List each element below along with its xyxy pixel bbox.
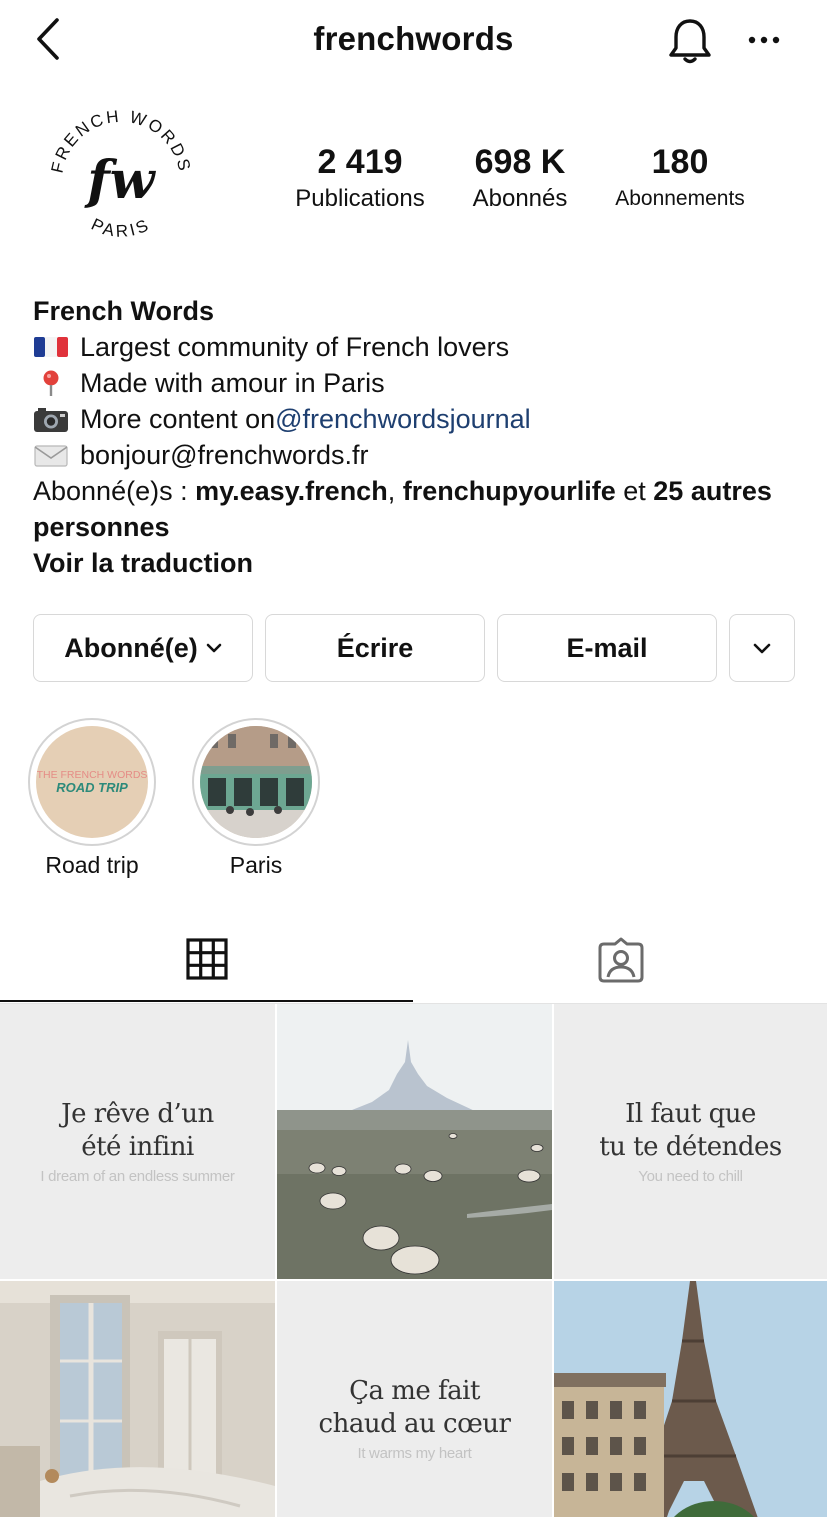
post-quote-french: été infini [81, 1132, 194, 1162]
tab-posts-grid[interactable] [0, 918, 413, 1002]
top-bar: frenchwords [0, 0, 827, 80]
stat-publications[interactable]: 2 419 Publications [280, 142, 440, 216]
highlight-cover [200, 726, 312, 838]
suggested-accounts-button[interactable] [729, 614, 795, 682]
highlight-caption: Road trip [45, 852, 139, 878]
posts-grid: Je rêve d’un été infini I dream of an en… [0, 1004, 827, 1517]
post-thumbnail[interactable] [277, 1004, 552, 1279]
back-button[interactable] [30, 14, 66, 64]
see-translation-link[interactable]: Voir la traduction [33, 545, 803, 581]
profile-avatar[interactable]: FRENCH WORDS PARIS fw [40, 100, 202, 262]
mont-saint-michel-photo [277, 1004, 552, 1279]
bedroom-photo [0, 1281, 275, 1517]
camera-icon [33, 405, 69, 433]
stat-followers-value: 698 K [474, 143, 566, 181]
chevron-down-icon [206, 643, 222, 653]
stat-publications-label: Publications [295, 185, 425, 212]
following-button-label: Abonné(e) [64, 632, 198, 663]
stat-following[interactable]: 180 Abonnements [598, 142, 762, 216]
pin-icon [33, 369, 69, 397]
bio-text: Made with amour in Paris [80, 368, 385, 398]
bio-text: Largest community of French lovers [80, 332, 510, 362]
post-thumbnail[interactable] [0, 1281, 275, 1517]
post-quote-french: tu te détendes [599, 1132, 782, 1162]
post-quote-french: Ça me fait [349, 1376, 480, 1406]
post-quote-english: It warms my heart [357, 1445, 472, 1462]
bio-text: More content on [80, 404, 276, 434]
bio-line: Made with amour in Paris [33, 365, 803, 401]
email-button[interactable]: E-mail [497, 614, 717, 682]
post-quote-french: Il faut que [625, 1099, 756, 1129]
stat-publications-value: 2 419 [317, 143, 403, 181]
highlight-caption: Paris [229, 852, 283, 878]
bio-line: Largest community of French lovers [33, 329, 803, 365]
stat-following-value: 180 [651, 143, 709, 181]
chevron-left-icon [37, 18, 59, 60]
highlight-road-trip[interactable]: THE FRENCH WORDS ROAD TRIP Road trip [28, 718, 156, 879]
mention-link[interactable]: @frenchwordsjournal [275, 401, 531, 437]
email-button-label: E-mail [566, 632, 648, 663]
stat-followers-label: Abonnés [472, 185, 568, 212]
post-quote-english: I dream of an endless summer [40, 1168, 235, 1185]
grid-icon [185, 938, 228, 980]
more-horizontal-icon [748, 36, 780, 44]
post-thumbnail[interactable] [554, 1281, 827, 1517]
envelope-icon [33, 441, 69, 469]
post-quote-english: You need to chill [638, 1168, 743, 1185]
svg-text:ROAD TRIP: ROAD TRIP [56, 780, 128, 795]
tab-tagged[interactable] [414, 918, 827, 1002]
post-thumbnail[interactable]: Je rêve d’un été infini I dream of an en… [0, 1004, 275, 1279]
profile-bio: French Words Largest community of French… [33, 293, 803, 581]
stat-following-label: Abonnements [615, 187, 745, 210]
notifications-button[interactable] [662, 14, 718, 68]
stat-followers[interactable]: 698 K Abonnés [452, 142, 588, 216]
chevron-down-icon [753, 643, 771, 653]
bio-email-text[interactable]: bonjour@frenchwords.fr [80, 437, 369, 473]
highlight-cover: THE FRENCH WORDS ROAD TRIP [36, 726, 148, 838]
svg-text:PARIS: PARIS [88, 215, 153, 241]
highlight-paris[interactable]: Paris [192, 718, 320, 879]
highlight-ring: THE FRENCH WORDS ROAD TRIP [28, 718, 156, 846]
bio-line: More content on @frenchwordsjournal [33, 401, 803, 437]
followed-by-text[interactable]: Abonné(e)s : my.easy.french, frenchupyou… [33, 473, 803, 545]
message-button-label: Écrire [336, 632, 414, 663]
message-button[interactable]: Écrire [265, 614, 485, 682]
bell-icon [669, 19, 711, 64]
following-button[interactable]: Abonné(e) [33, 614, 253, 682]
bio-line: bonjour@frenchwords.fr [33, 437, 803, 473]
post-thumbnail[interactable]: Il faut que tu te détendes You need to c… [554, 1004, 827, 1279]
french-words-logo: FRENCH WORDS PARIS fw [47, 107, 192, 241]
highlight-ring [192, 718, 320, 846]
post-thumbnail[interactable]: Ça me fait chaud au cœur It warms my hea… [277, 1281, 552, 1517]
tagged-user-icon [598, 937, 643, 983]
more-options-button[interactable] [738, 20, 790, 60]
svg-text:fw: fw [83, 150, 156, 211]
france-flag-icon [33, 333, 69, 361]
post-quote-french: Je rêve d’un [61, 1099, 214, 1129]
eiffel-tower-photo [554, 1281, 827, 1517]
profile-display-name: French Words [33, 296, 215, 326]
post-quote-french: chaud au cœur [318, 1409, 511, 1439]
profile-tabs [0, 918, 827, 1004]
